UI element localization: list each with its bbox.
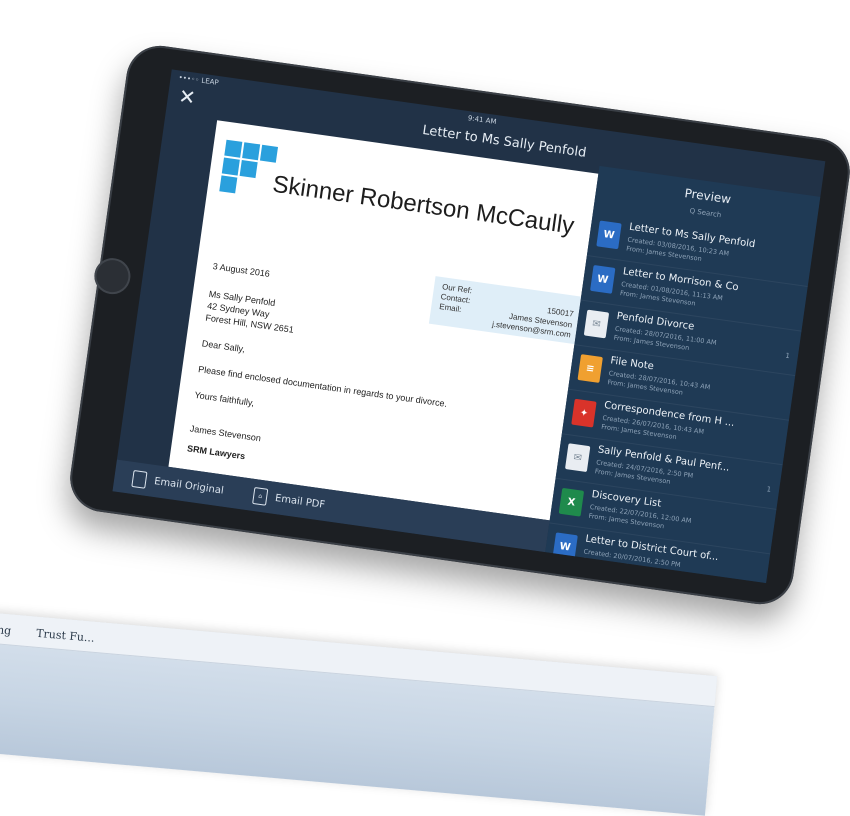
letter-date: 3 August 2016 xyxy=(212,261,271,279)
tablet-screen: •••◦◦ LEAP 9:41 AM ✕ Letter to Ms Sally … xyxy=(112,69,826,584)
word-icon: W xyxy=(596,220,622,250)
email-original-button[interactable]: Email Original xyxy=(131,469,225,500)
background-tab-trust: Trust Fu... xyxy=(35,626,96,645)
file-note-icon: ≡ xyxy=(577,354,603,383)
excel-icon: X xyxy=(558,487,585,517)
closing: Yours faithfully, xyxy=(194,389,255,409)
word-icon: W xyxy=(552,532,578,562)
email-icon: ✉ xyxy=(583,309,610,339)
attachment-count: 1 xyxy=(766,485,772,494)
email-pdf-label: Email PDF xyxy=(274,493,326,511)
status-time: 9:41 AM xyxy=(467,114,497,127)
firm-short-name: SRM Lawyers xyxy=(186,443,246,462)
document-preview: Skinner Robertson McCaully Our Ref: 1500… xyxy=(168,120,599,521)
home-button[interactable] xyxy=(92,255,133,297)
firm-name: Skinner Robertson McCaully xyxy=(270,170,576,240)
background-app-screen: ounting Trust Fu... xyxy=(0,610,718,816)
email-original-label: Email Original xyxy=(153,476,225,497)
reference-box: Our Ref: 150017 Contact: James Stevenson… xyxy=(428,276,583,345)
signatory: James Stevenson xyxy=(189,423,262,444)
word-icon: W xyxy=(590,265,616,294)
email-icon: ✉ xyxy=(564,443,591,473)
background-tab-bar: ounting Trust Fu... xyxy=(0,610,718,708)
pdf-icon: ✦ xyxy=(571,398,597,428)
background-tab-accounting: ounting xyxy=(0,620,12,638)
email-pdf-button[interactable]: ⌂ Email PDF xyxy=(252,486,326,514)
pdf-icon: ⌂ xyxy=(252,486,269,506)
email-label: Email: xyxy=(438,301,463,315)
salutation: Dear Sally, xyxy=(201,338,246,355)
document-icon xyxy=(131,469,148,489)
attachment-count: 1 xyxy=(784,351,791,361)
tablet-device: •••◦◦ LEAP 9:41 AM ✕ Letter to Ms Sally … xyxy=(65,41,850,609)
